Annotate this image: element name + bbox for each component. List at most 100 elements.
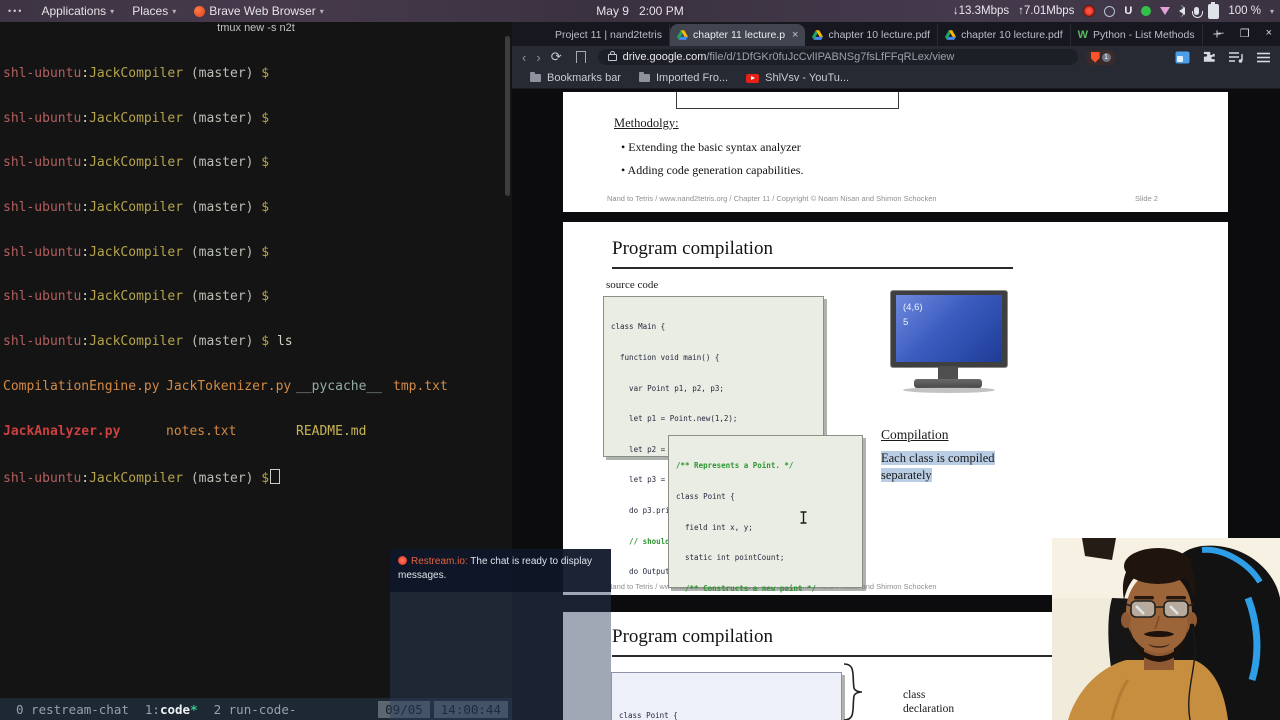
bookmark-youtube-channel[interactable]: ShlVsv - YouTu... (746, 72, 849, 84)
close-window-button[interactable]: × (1266, 27, 1272, 39)
tmux-win1-name: code (159, 701, 191, 717)
tab-label: Project 11 | nand2tetris (555, 29, 663, 41)
tray-green-icon[interactable] (1141, 6, 1152, 16)
playlist-icon[interactable] (1229, 51, 1244, 63)
terminal-scrollbar[interactable] (505, 36, 510, 196)
prompt-dollar: $ (253, 65, 270, 81)
forward-button[interactable]: › (536, 50, 540, 65)
terminal-line: shl-ubuntu:JackCompiler (master) $ (3, 289, 502, 305)
prompt-sep: : (81, 155, 90, 171)
tmux-window-1: 1:code* (145, 702, 198, 717)
prompt-dir: JackCompiler (89, 155, 184, 171)
bookmark-folder-imported[interactable]: Imported Fro... (638, 72, 729, 84)
url-path: /file/d/1DfGKr0fuJcCvlIPABNSg7fsLfFFqRLe… (706, 51, 955, 63)
tmux-window-2: 2 run-code- (213, 701, 297, 717)
bookmark-icon[interactable] (575, 51, 586, 67)
volume-icon[interactable] (1179, 5, 1186, 17)
prompt-sep: : (81, 65, 90, 81)
terminal-line: shl-ubuntu:JackCompiler (master) $ (3, 110, 502, 127)
chevron-down-icon: ▾ (172, 6, 177, 16)
net-speed-down: ↓13.3Mbps (952, 5, 1010, 17)
brave-app-menu[interactable]: Brave Web Browser ▾ (194, 4, 324, 18)
tray-triangle-icon[interactable] (1160, 7, 1171, 15)
slide-number: Slide 2 (1135, 194, 1158, 203)
ulauncher-indicator[interactable]: U (1124, 5, 1132, 17)
code-block-declaration: class Point { field int x, y; (611, 672, 842, 720)
file-name: README.md (296, 423, 367, 439)
ls-command: ls (269, 334, 293, 350)
tab-chapter-10-lecture-2[interactable]: chapter 10 lecture.pdf (938, 24, 1071, 46)
extensions-puzzle-icon[interactable] (1203, 51, 1216, 64)
code-block-point: /** Represents a Point. */ class Point {… (668, 435, 863, 593)
prompt-dir: JackCompiler (89, 471, 184, 487)
brave-icon (194, 5, 206, 17)
folder-icon (530, 72, 541, 82)
sidebar-icon[interactable] (1175, 51, 1190, 64)
slide-bullet: • Adding code generation capabilities. (621, 163, 804, 177)
tab-python-list-methods[interactable]: W Python - List Methods (1071, 24, 1203, 46)
prompt-user: shl-ubuntu (3, 199, 82, 215)
code-comment: /** Constructs a new point */ (676, 583, 816, 593)
tab-chapter-10-lecture-1[interactable]: chapter 10 lecture.pdf (805, 24, 939, 46)
brave-shield-button[interactable]: 1 (1085, 49, 1116, 65)
tab-chapter-11-lecture[interactable]: chapter 11 lecture.p × (670, 24, 806, 46)
source-code-label: source code (606, 279, 659, 291)
prompt-branch: (master) (183, 155, 254, 171)
ls-output-row: JackAnalyzer.py notes.txt README.md (3, 423, 502, 440)
restream-icon (398, 556, 407, 565)
prompt-dollar: $ (253, 471, 270, 487)
code-line: var Point p1, p2, p3; (611, 383, 724, 393)
record-icon[interactable] (1083, 5, 1096, 17)
tab-close-icon[interactable]: × (792, 29, 798, 41)
code-block-main: class Main { function void main() { var … (603, 296, 824, 576)
menu-icon[interactable] (1257, 52, 1270, 63)
prompt-sep: : (81, 289, 90, 305)
prompt-branch: (master) (183, 199, 254, 215)
prompt-dollar: $ (253, 155, 270, 171)
lock-icon[interactable] (607, 50, 617, 61)
terminal-cursor (270, 469, 281, 485)
pdf-page-slide2: Methodolgy: • Extending the basic syntax… (563, 92, 1228, 212)
system-tray: ↓13.3Mbps ↑7.01Mbps U 100 % ▾ (953, 0, 1274, 22)
slide-heading: Methodolgy: (614, 116, 679, 130)
microphone-icon[interactable] (1192, 7, 1204, 18)
bookmark-label: Imported Fro... (655, 72, 729, 84)
workspace-dots-icon: ••• (8, 6, 24, 16)
battery-icon[interactable] (1208, 1, 1220, 19)
browser-tabstrip: Project 11 | nand2tetris chapter 11 lect… (512, 22, 1280, 46)
code-line: let p1 = Point.new(1,2); (611, 414, 738, 424)
applications-menu[interactable]: Applications ▾ (41, 4, 114, 18)
monitor-output-line: 5 (903, 317, 909, 328)
address-bar[interactable]: drive.google.com /file/d/1DfGKr0fuJcCvlI… (597, 49, 1078, 65)
prompt-sep: : (81, 199, 90, 215)
prompt-branch: (master) (183, 244, 254, 260)
maximize-button[interactable]: ❒ (1240, 27, 1250, 40)
places-menu[interactable]: Places ▾ (132, 4, 176, 18)
google-drive-icon (812, 30, 824, 40)
chevron-down-icon[interactable]: ▾ (1270, 7, 1274, 16)
window-controls: – ❒ × (1218, 22, 1272, 44)
tmux-window-0: 0 restream-chat (16, 701, 129, 717)
panel-time: 2:00 PM (639, 4, 684, 18)
terminal-line: shl-ubuntu:JackCompiler (master) $ (3, 199, 502, 216)
applications-label: Applications (41, 4, 107, 18)
reload-button[interactable]: ⟳ (551, 49, 562, 65)
google-drive-icon (677, 30, 689, 40)
bookmark-label: ShlVsv - YouTu... (765, 72, 850, 84)
monitor-illustration: (4,6) 5 (885, 290, 1015, 395)
prompt-dir: JackCompiler (89, 199, 184, 215)
tab-label: chapter 10 lecture.pdf (961, 29, 1063, 41)
file-name: tmp.txt (393, 378, 448, 394)
text-cursor-ibeam (800, 511, 807, 524)
bookmark-folder-bookmarks-bar[interactable]: Bookmarks bar (530, 72, 621, 84)
file-name: __pycache__ (296, 378, 383, 394)
prompt-sep: : (81, 110, 90, 126)
places-label: Places (132, 4, 169, 18)
tray-ring-icon[interactable] (1104, 5, 1116, 17)
terminal-output: shl-ubuntu:JackCompiler (master) $ shl-u… (3, 37, 502, 517)
prompt-user: shl-ubuntu (3, 334, 82, 350)
minimize-button[interactable]: – (1218, 27, 1224, 39)
tab-project-11[interactable]: Project 11 | nand2tetris (548, 24, 671, 46)
back-button[interactable]: ‹ (522, 50, 526, 65)
prompt-branch: (master) (183, 471, 254, 487)
